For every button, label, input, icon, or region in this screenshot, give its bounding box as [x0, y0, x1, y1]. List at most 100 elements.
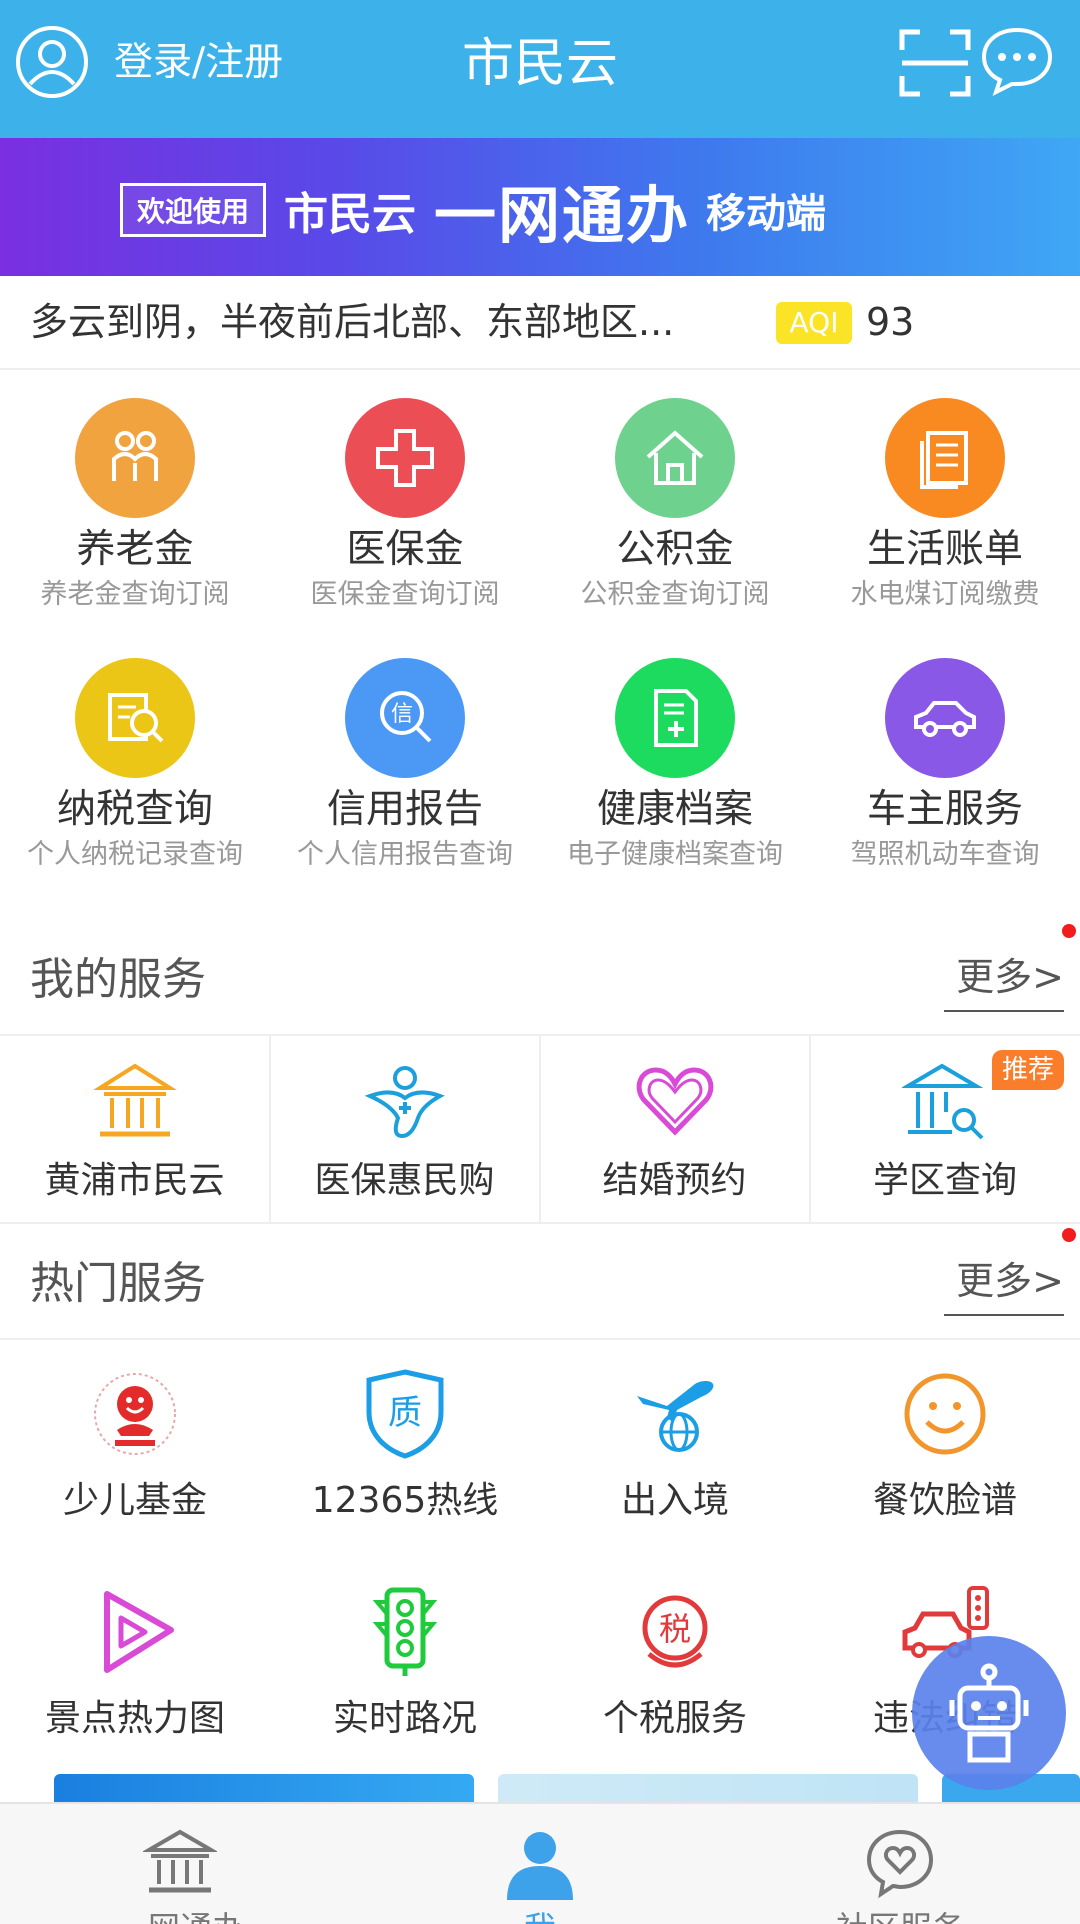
my-service-label: 医保惠民购	[314, 1160, 495, 1201]
banner-sub: 移动端	[706, 191, 827, 237]
grid-item-subtitle: 养老金查询订阅	[40, 579, 230, 610]
my-service-label: 结婚预约	[602, 1160, 747, 1201]
car-icon	[885, 658, 1005, 778]
grid-item-car[interactable]: 车主服务 驾照机动车查询	[810, 658, 1080, 872]
section-title: 热门服务	[30, 1258, 206, 1309]
school-search-icon	[900, 1063, 984, 1140]
government-building-icon	[92, 1063, 177, 1137]
grid-item-health[interactable]: 健康档案 电子健康档案查询	[540, 658, 810, 872]
my-service-item[interactable]: 推荐 学区查询	[810, 1034, 1080, 1222]
grid-item-credit[interactable]: 信 信用报告 个人信用报告查询	[270, 658, 540, 872]
child-fund-logo-icon	[94, 1373, 176, 1455]
grid-item-pension[interactable]: 养老金 养老金查询订阅	[0, 398, 270, 612]
promo-card[interactable]	[54, 1774, 474, 1802]
medical-purchase-icon	[364, 1066, 445, 1139]
grid-item-housing-fund[interactable]: 公积金 公积金查询订阅	[540, 398, 810, 612]
grid-item-subtitle: 公积金查询订阅	[580, 579, 770, 610]
grid-item-subtitle: 水电煤订阅缴费	[850, 579, 1040, 610]
scan-icon[interactable]	[898, 28, 972, 98]
hot-service-item[interactable]: 税 个税服务	[540, 1584, 810, 1742]
heart-icon	[636, 1067, 713, 1136]
banner-main: 一网通办	[434, 179, 691, 252]
health-record-icon	[615, 658, 735, 778]
my-service-item[interactable]: 医保惠民购	[270, 1034, 541, 1222]
hot-service-label: 实时路况	[332, 1698, 477, 1739]
grid-item-subtitle: 驾照机动车查询	[850, 839, 1040, 870]
grid-item-subtitle: 医保金查询订阅	[310, 579, 500, 610]
house-icon	[615, 398, 735, 518]
grid-item-title: 公积金	[616, 527, 734, 572]
hot-services-more-link[interactable]: 更多>	[944, 1256, 1064, 1316]
airplane-globe-icon	[637, 1381, 714, 1452]
person-icon	[507, 1832, 573, 1900]
grid-item-medical[interactable]: 医保金 医保金查询订阅	[270, 398, 540, 612]
tax-search-icon	[75, 658, 195, 778]
my-service-item[interactable]: 结婚预约	[540, 1034, 811, 1222]
grid-item-subtitle: 电子健康档案查询	[567, 839, 783, 870]
aqi-value: 93	[866, 300, 915, 344]
medical-cross-icon	[345, 398, 465, 518]
play-triangle-icon	[104, 1591, 174, 1673]
tax-emblem-icon: 税	[642, 1595, 708, 1668]
top-header: 登录/注册 市民云	[0, 0, 1080, 138]
nav-item-me[interactable]: 我	[360, 1804, 720, 1924]
grid-item-title: 车主服务	[866, 787, 1023, 832]
hot-service-label: 个税服务	[602, 1698, 747, 1739]
grid-item-title: 信用报告	[326, 787, 483, 832]
hot-service-item[interactable]: 质 12365热线	[270, 1366, 540, 1524]
svg-text:信: 信	[391, 702, 413, 727]
grid-item-subtitle: 个人纳税记录查询	[27, 839, 243, 870]
nav-item-one-network[interactable]: 一网通办	[0, 1804, 360, 1924]
hot-service-item[interactable]: 出入境	[540, 1366, 810, 1524]
robot-icon	[949, 1663, 1029, 1763]
my-services-header: 我的服务 更多>	[0, 924, 1080, 1036]
grid-item-tax[interactable]: 纳税查询 个人纳税记录查询	[0, 658, 270, 872]
aqi-badge: AQI	[776, 302, 852, 344]
grid-item-title: 养老金	[76, 527, 194, 572]
hot-service-label: 景点热力图	[44, 1698, 225, 1739]
grid-item-title: 医保金	[346, 527, 464, 572]
svg-text:税: 税	[659, 1610, 691, 1648]
bottom-navigation: 一网通办 我 社区服务	[0, 1802, 1080, 1924]
promo-banner[interactable]: 欢迎使用 市民云 一网通办 移动端	[0, 138, 1080, 276]
hot-service-item[interactable]: 景点热力图	[0, 1584, 270, 1742]
grid-item-title: 纳税查询	[56, 787, 213, 832]
promo-card[interactable]	[498, 1774, 918, 1802]
hot-service-item[interactable]: 餐饮脸谱	[810, 1366, 1080, 1524]
hot-service-item[interactable]: 实时路况	[270, 1584, 540, 1742]
family-icon	[75, 398, 195, 518]
bill-icon	[885, 398, 1005, 518]
notification-dot	[1062, 924, 1076, 938]
grid-item-title: 生活账单	[866, 527, 1023, 572]
quality-shield-icon: 质	[366, 1369, 444, 1459]
hot-service-item[interactable]: 少儿基金	[0, 1366, 270, 1524]
hot-service-label: 少儿基金	[62, 1480, 207, 1521]
robot-assistant-button[interactable]	[912, 1636, 1066, 1790]
banner-brand: 市民云	[284, 189, 417, 240]
hot-service-label: 出入境	[620, 1480, 729, 1521]
recommend-badge: 推荐	[991, 1050, 1064, 1090]
my-services-more-link[interactable]: 更多>	[944, 952, 1064, 1012]
banner-tag: 欢迎使用	[120, 183, 267, 237]
my-services-row: 黄浦市民云 医保惠民购 结婚预约 推荐 学区查询	[0, 1034, 1080, 1224]
weather-bar[interactable]: 多云到阴，半夜前后北部、东部地区... AQI 93	[0, 276, 1080, 370]
community-heart-icon	[866, 1829, 934, 1899]
hot-service-label: 12365热线	[311, 1480, 499, 1521]
grid-item-subtitle: 个人信用报告查询	[297, 839, 513, 870]
weather-text: 多云到阴，半夜前后北部、东部地区...	[30, 300, 675, 344]
notification-dot	[1062, 1228, 1076, 1242]
section-title: 我的服务	[30, 954, 206, 1005]
grid-item-bills[interactable]: 生活账单 水电煤订阅缴费	[810, 398, 1080, 612]
chat-icon[interactable]	[980, 26, 1054, 96]
hot-services-header: 热门服务 更多>	[0, 1228, 1080, 1340]
hot-service-label: 餐饮脸谱	[872, 1480, 1017, 1521]
my-service-label: 黄浦市民云	[44, 1160, 225, 1201]
nav-item-community[interactable]: 社区服务	[720, 1804, 1080, 1924]
grid-item-title: 健康档案	[596, 787, 753, 832]
credit-search-icon: 信	[345, 658, 465, 778]
bank-icon	[141, 1829, 219, 1893]
svg-text:质: 质	[388, 1393, 422, 1433]
my-service-label: 学区查询	[872, 1160, 1017, 1201]
traffic-light-icon	[372, 1587, 438, 1676]
my-service-item[interactable]: 黄浦市民云	[0, 1034, 271, 1222]
